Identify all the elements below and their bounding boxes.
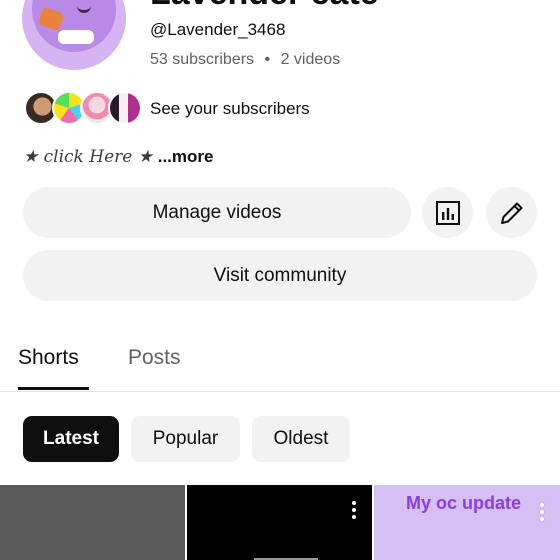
- filter-chip-latest[interactable]: Latest: [23, 416, 119, 462]
- active-tab-indicator: [18, 387, 89, 390]
- stats-separator: •: [264, 51, 271, 68]
- subscriber-avatars[interactable]: [24, 91, 142, 127]
- analytics-icon: [435, 200, 460, 225]
- avatar-collar: [58, 30, 94, 44]
- manage-videos-button[interactable]: Manage videos: [23, 187, 411, 238]
- visit-community-button[interactable]: Visit community: [23, 250, 537, 301]
- channel-name: Lavender cate: [150, 0, 379, 13]
- short-title: My oc update: [406, 493, 522, 513]
- more-options-icon[interactable]: [352, 501, 356, 519]
- channel-stats: 53 subscribers • 2 videos: [150, 51, 340, 69]
- analytics-button[interactable]: [422, 187, 473, 238]
- short-thumbnail[interactable]: [0, 485, 185, 560]
- channel-handle: @Lavender_3468: [150, 20, 286, 39]
- pencil-icon: [500, 202, 522, 224]
- edit-button[interactable]: [486, 187, 537, 238]
- filter-chip-oldest[interactable]: Oldest: [252, 416, 350, 462]
- short-thumbnail[interactable]: [187, 485, 372, 560]
- see-subscribers-link[interactable]: See your subscribers: [150, 99, 310, 119]
- tab-shorts[interactable]: Shorts: [18, 346, 79, 370]
- filter-chip-popular[interactable]: Popular: [131, 416, 240, 462]
- tabs-divider: [0, 391, 560, 392]
- more-options-icon[interactable]: [540, 503, 544, 521]
- channel-avatar[interactable]: [22, 0, 126, 70]
- more-link[interactable]: ...more: [158, 147, 214, 166]
- short-thumbnail[interactable]: My oc update: [374, 485, 560, 560]
- description-text: ★ click Here ★: [23, 147, 153, 167]
- subscriber-count: 53 subscribers: [150, 51, 255, 68]
- video-count: 2 videos: [280, 51, 341, 68]
- channel-description[interactable]: ★ click Here ★ ...more: [23, 147, 213, 167]
- tab-posts[interactable]: Posts: [128, 346, 181, 370]
- subscriber-avatar: [108, 91, 142, 125]
